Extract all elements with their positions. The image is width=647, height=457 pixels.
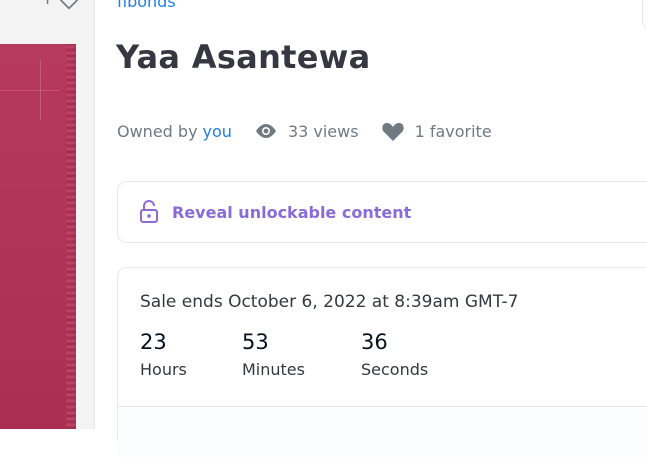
timer-seconds-label: Seconds xyxy=(361,360,429,379)
owner-link[interactable]: you xyxy=(203,122,232,141)
favorite-heart-icon[interactable] xyxy=(58,0,80,10)
eye-icon xyxy=(255,124,276,138)
unlockable-content-button[interactable]: Reveal unlockable content xyxy=(117,181,647,243)
lock-open-icon xyxy=(140,200,158,223)
sale-card: Sale ends October 6, 2022 at 8:39am GMT-… xyxy=(117,267,647,457)
views-count: 33 views xyxy=(287,121,359,141)
asset-media-panel: + xyxy=(0,0,95,429)
more-options-button[interactable] xyxy=(642,0,647,30)
sale-ends-text: Sale ends October 6, 2022 at 8:39am GMT-… xyxy=(140,292,519,312)
timer-hours: 23 Hours xyxy=(140,330,187,379)
timer-hours-label: Hours xyxy=(140,360,187,379)
timer-minutes-label: Minutes xyxy=(242,360,305,379)
owned-by-label: Owned by xyxy=(117,121,198,141)
plus-icon[interactable]: + xyxy=(40,0,55,9)
timer-minutes-value: 53 xyxy=(242,330,269,354)
unlockable-label: Reveal unlockable content xyxy=(172,202,412,222)
collection-link[interactable]: fibonds xyxy=(117,0,176,11)
timer-seconds-value: 36 xyxy=(361,330,388,354)
asset-meta-row: Owned by you 33 views 1 favorite xyxy=(117,120,492,142)
favorites-count: 1 favorite xyxy=(414,121,492,141)
favorites-stat[interactable]: 1 favorite xyxy=(381,120,492,142)
timer-minutes: 53 Minutes xyxy=(242,330,305,379)
heart-icon xyxy=(381,123,404,141)
views-stat: 33 views xyxy=(254,122,359,141)
artwork-detail xyxy=(0,90,60,91)
timer-hours-value: 23 xyxy=(140,330,167,354)
timer-seconds: 36 Seconds xyxy=(361,330,428,379)
sale-card-footer xyxy=(118,406,647,457)
asset-title: Yaa Asantewa xyxy=(116,38,371,76)
artwork-texture-edge xyxy=(66,44,76,429)
artwork-image[interactable] xyxy=(0,44,76,429)
